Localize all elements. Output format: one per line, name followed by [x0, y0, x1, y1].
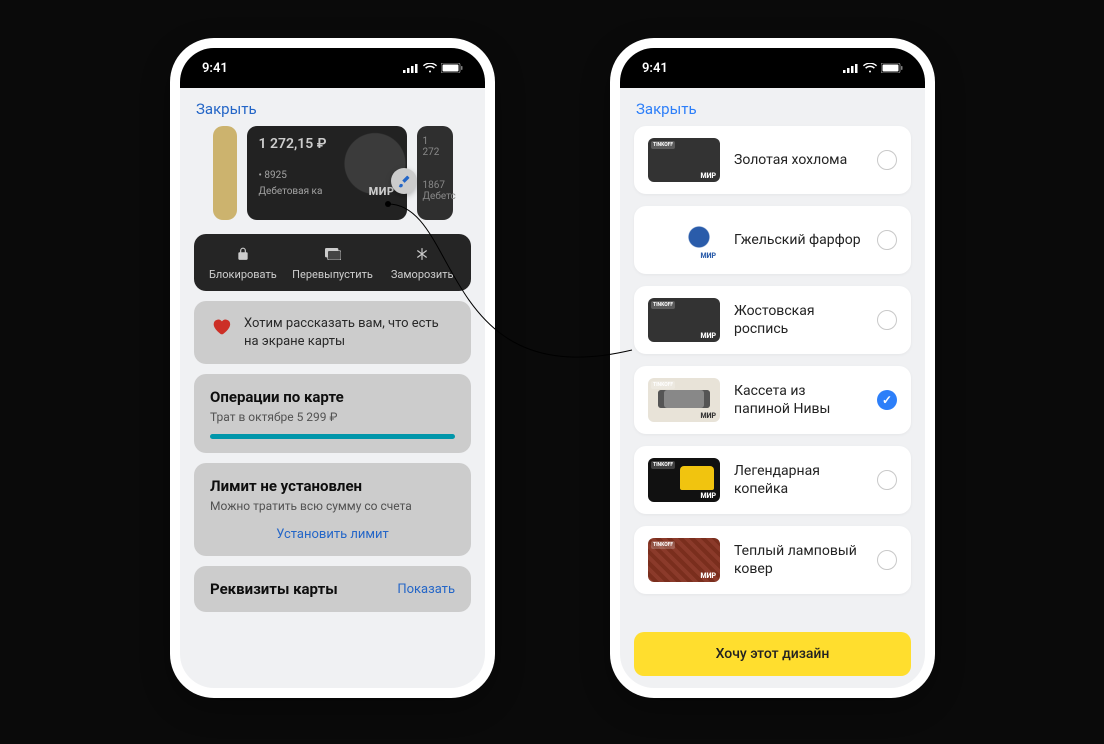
requisites-title: Реквизиты карты	[210, 580, 338, 598]
action-block-label: Блокировать	[209, 268, 277, 281]
snowflake-icon	[415, 247, 429, 261]
design-radio[interactable]	[877, 230, 897, 250]
card-scheme: МИР	[369, 185, 395, 198]
card-carousel[interactable]: 1 272,15 ₽ • 8925 Дебетовая ка МИР 1 272…	[180, 122, 485, 228]
edit-design-button[interactable]	[391, 168, 417, 194]
thumb-brand: TINKOFF	[651, 301, 675, 309]
design-label: Кассета из папиной Нивы	[734, 382, 863, 418]
card-actions: Блокировать Перевыпустить Заморозить	[194, 234, 471, 291]
limit-title: Лимит не установлен	[210, 477, 455, 495]
battery-icon	[881, 63, 903, 73]
device-notch	[698, 48, 848, 74]
peek-type: Дебетс	[423, 191, 447, 202]
thumb-brand: TINKOFF	[651, 461, 675, 469]
design-label: Теплый ламповый ковер	[734, 542, 863, 578]
design-option[interactable]: TINKOFF Золотая хохлома	[634, 126, 911, 194]
operations-panel[interactable]: Операции по карте Трат в октябре 5 299 ₽	[194, 374, 471, 453]
design-radio[interactable]	[877, 150, 897, 170]
wifi-icon	[423, 63, 437, 73]
set-limit-button[interactable]: Установить лимит	[210, 527, 455, 542]
design-radio[interactable]	[877, 310, 897, 330]
operations-title: Операции по карте	[210, 388, 455, 406]
peek-last4: 1867	[423, 180, 447, 191]
close-button[interactable]: Закрыть	[620, 88, 713, 122]
design-label: Жостовская роспись	[734, 302, 863, 338]
action-freeze-label: Заморозить	[391, 268, 454, 281]
peek-balance: 1 272	[423, 136, 447, 158]
limit-subtitle: Можно тратить всю сумму со счета	[210, 499, 455, 513]
design-option[interactable]: TINKOFF Теплый ламповый ковер	[634, 526, 911, 594]
design-thumbnail: TINKOFF	[648, 378, 720, 422]
phone-design-picker: 9:41 Закрыть TINKOFFЗолотая хохломаTINKO…	[610, 38, 935, 698]
card-peek-next[interactable]: 1 272 1867 Дебетс	[417, 126, 453, 220]
reissue-icon	[325, 248, 341, 260]
design-thumbnail: TINKOFF	[648, 458, 720, 502]
thumb-brand: TINKOFF	[651, 541, 675, 549]
limit-panel: Лимит не установлен Можно тратить всю су…	[194, 463, 471, 556]
design-thumbnail: TINKOFF	[648, 538, 720, 582]
design-thumbnail: TINKOFF	[648, 218, 720, 262]
battery-icon	[441, 63, 463, 73]
action-block[interactable]: Блокировать	[198, 244, 288, 281]
design-label: Золотая хохлома	[734, 151, 863, 169]
wifi-icon	[863, 63, 877, 73]
design-radio[interactable]	[877, 390, 897, 410]
design-label: Гжельский фарфор	[734, 231, 863, 249]
design-thumbnail: TINKOFF	[648, 138, 720, 182]
apply-design-button[interactable]: Хочу этот дизайн	[634, 632, 911, 676]
design-label: Легендарная копейка	[734, 462, 863, 498]
design-list[interactable]: TINKOFF Золотая хохлома TINKOFF Гжельский ф…	[620, 120, 925, 632]
hint-panel[interactable]: Хотим рассказать вам, что есть на экране…	[194, 301, 471, 364]
design-thumbnail: TINKOFF	[648, 298, 720, 342]
card-type: Дебетовая ка	[259, 186, 323, 197]
lock-icon	[236, 247, 250, 261]
card-last4: • 8925	[259, 170, 395, 181]
thumb-brand: TINKOFF	[651, 141, 675, 149]
operations-progress	[210, 434, 455, 439]
heart-icon	[210, 315, 232, 337]
requisites-panel[interactable]: Реквизиты карты Показать	[194, 566, 471, 612]
card-main[interactable]: 1 272,15 ₽ • 8925 Дебетовая ка МИР	[247, 126, 407, 220]
card-balance: 1 272,15 ₽	[259, 136, 395, 152]
operations-subtitle: Трат в октябре 5 299 ₽	[210, 410, 455, 424]
status-time: 9:41	[202, 61, 228, 76]
device-notch	[258, 48, 408, 74]
phone-card-details: 9:41 Закрыть 1 272,15 ₽ • 8925 Дебетовая…	[170, 38, 495, 698]
design-option[interactable]: TINKOFF Гжельский фарфор	[634, 206, 911, 274]
action-freeze[interactable]: Заморозить	[377, 244, 467, 281]
brush-icon	[397, 174, 411, 188]
requisites-show-button[interactable]: Показать	[397, 582, 455, 597]
design-option[interactable]: TINKOFF Легендарная копейка	[634, 446, 911, 514]
hint-text: Хотим рассказать вам, что есть на экране…	[244, 315, 455, 350]
design-radio[interactable]	[877, 470, 897, 490]
card-peek-prev[interactable]	[213, 126, 237, 220]
design-option[interactable]: TINKOFF Жостовская роспись	[634, 286, 911, 354]
thumb-brand: TINKOFF	[651, 221, 675, 229]
design-radio[interactable]	[877, 550, 897, 570]
action-reissue-label: Перевыпустить	[292, 268, 373, 281]
thumb-brand: TINKOFF	[651, 381, 675, 389]
action-reissue[interactable]: Перевыпустить	[288, 244, 378, 281]
design-option[interactable]: TINKOFF Кассета из папиной Нивы	[634, 366, 911, 434]
status-time: 9:41	[642, 61, 668, 76]
close-button[interactable]: Закрыть	[180, 88, 273, 122]
